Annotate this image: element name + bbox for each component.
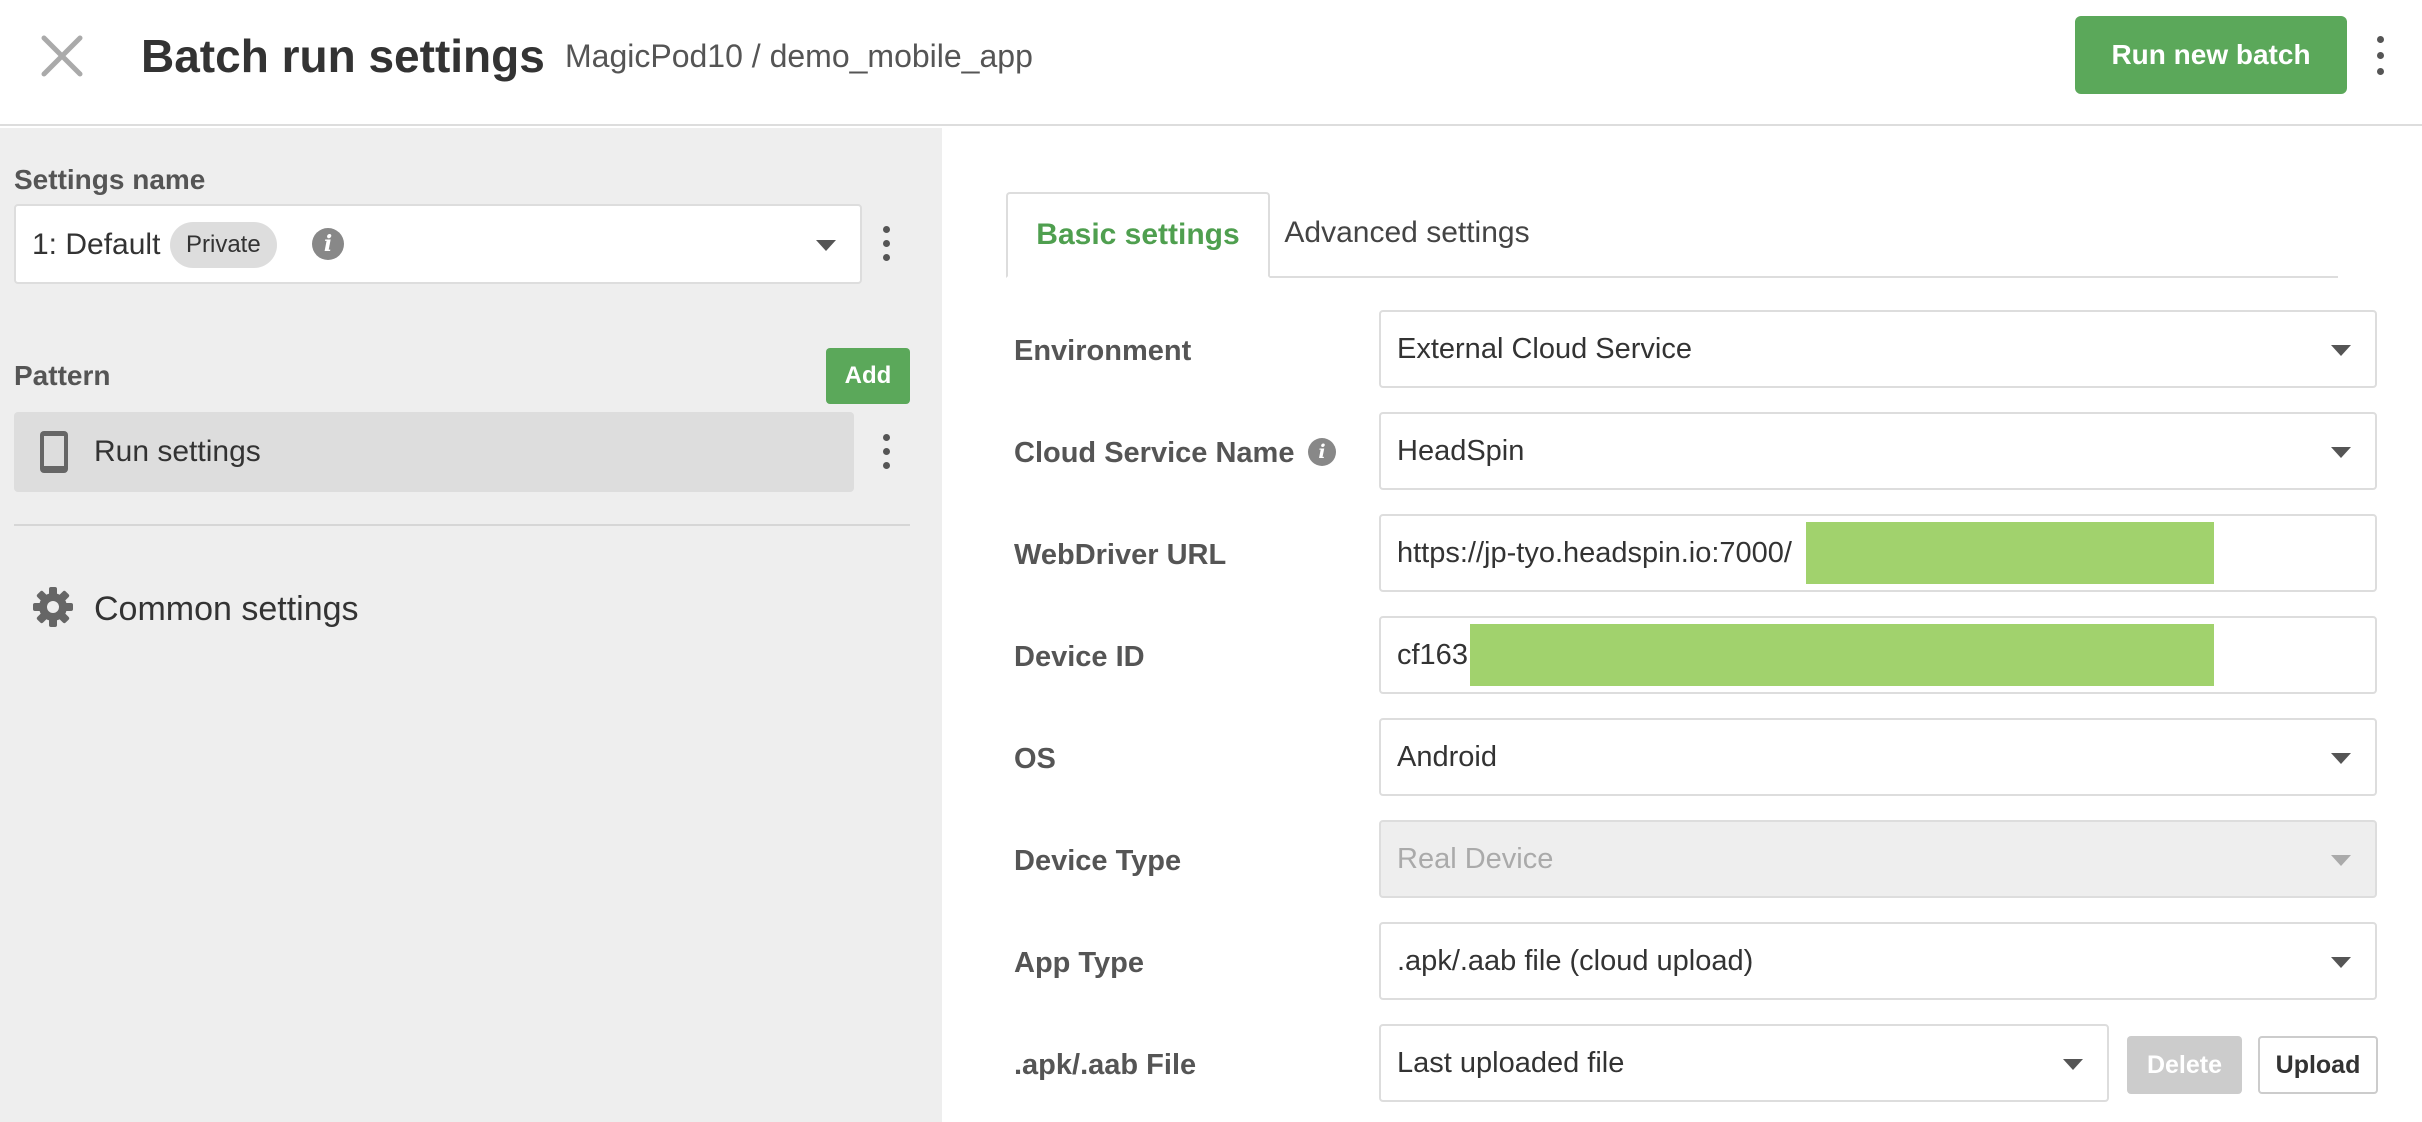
page-title: Batch run settings [141,30,545,82]
settings-name-label: Settings name [14,164,206,195]
cloud-service-name-value: HeadSpin [1397,435,1525,467]
chevron-down-icon [2331,957,2351,968]
pattern-item-run-settings[interactable]: Run settings [14,412,854,492]
apk-file-label: .apk/.aab File [1014,1049,1197,1081]
pattern-item-label: Run settings [94,435,261,468]
webdriver-url-input[interactable]: https://jp-tyo.headspin.io:7000/ [1379,514,2377,592]
chevron-down-icon [2331,447,2351,458]
pattern-kebab-menu-icon[interactable] [876,432,896,472]
environment-select[interactable]: External Cloud Service [1379,310,2377,388]
redacted-block [1470,624,2214,686]
webdriver-url-label: WebDriver URL [1014,539,1227,571]
close-icon [41,35,83,77]
add-pattern-button[interactable]: Add [826,348,910,404]
os-value: Android [1397,741,1497,773]
app-type-label: App Type [1014,947,1144,979]
app-type-value: .apk/.aab file (cloud upload) [1397,945,1754,977]
os-select[interactable]: Android [1379,718,2377,796]
tab-advanced-settings[interactable]: Advanced settings [1282,192,1532,278]
cloud-service-name-label: Cloud Service Name [1014,437,1295,469]
chevron-down-icon [816,240,836,251]
settings-name-value: 1: Default [32,228,161,261]
chevron-down-icon [2331,345,2351,356]
redacted-block [1806,522,2214,584]
webdriver-url-value: https://jp-tyo.headspin.io:7000/ [1397,537,1792,569]
environment-value: External Cloud Service [1397,333,1692,365]
device-type-label: Device Type [1014,845,1182,877]
pattern-label: Pattern [14,360,111,391]
os-label: OS [1014,743,1056,775]
top-bar: Batch run settings MagicPod10 / demo_mob… [0,0,2422,126]
app-type-select[interactable]: .apk/.aab file (cloud upload) [1379,922,2377,1000]
breadcrumb: MagicPod10 / demo_mobile_app [565,38,1033,74]
device-id-value: cf163 [1397,639,1468,671]
upload-file-button[interactable]: Upload [2258,1036,2378,1094]
settings-form-panel: Basic settings Advanced settings Environ… [942,128,2422,1122]
divider [14,524,910,526]
apk-file-select[interactable]: Last uploaded file [1379,1024,2109,1102]
device-type-select: Real Device [1379,820,2377,898]
cloud-service-name-select[interactable]: HeadSpin [1379,412,2377,490]
chevron-down-icon [2331,855,2351,866]
mobile-phone-icon [40,431,68,473]
chevron-down-icon [2331,753,2351,764]
run-new-batch-button[interactable]: Run new batch [2075,16,2347,94]
private-badge: Private [170,222,277,268]
environment-label: Environment [1014,335,1192,367]
left-panel: Settings name 1: Default Private i Patte… [0,128,942,1122]
gear-icon [33,587,73,627]
info-icon[interactable]: i [312,228,344,260]
settings-name-select[interactable]: 1: Default Private i [14,204,862,284]
device-id-input[interactable]: cf163 [1379,616,2377,694]
settings-kebab-menu-icon[interactable] [876,224,896,264]
delete-file-button: Delete [2127,1036,2242,1094]
device-id-label: Device ID [1014,641,1145,673]
kebab-menu-icon[interactable] [2370,28,2390,75]
chevron-down-icon [2063,1059,2083,1070]
close-button[interactable] [30,24,94,88]
info-icon[interactable]: i [1308,438,1336,466]
tab-basic-settings[interactable]: Basic settings [1006,192,1270,278]
device-type-value: Real Device [1397,843,1554,875]
common-settings-label: Common settings [94,590,359,628]
apk-file-value: Last uploaded file [1397,1047,1625,1079]
common-settings-item[interactable]: Common settings [14,568,814,648]
